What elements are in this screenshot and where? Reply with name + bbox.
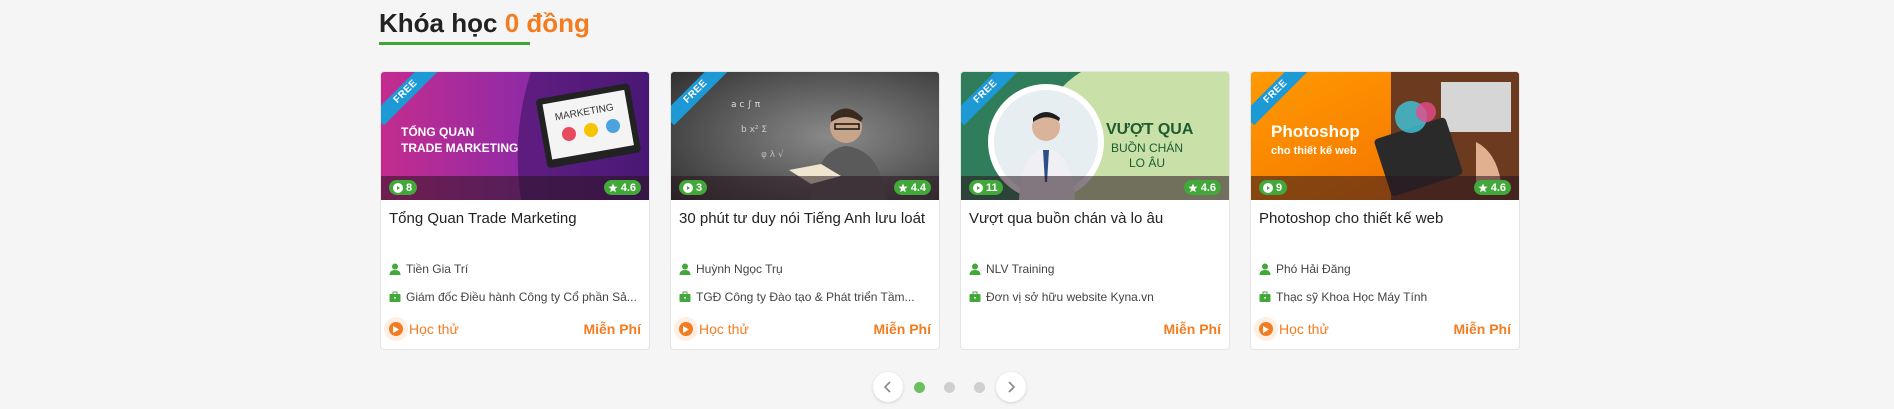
course-card[interactable]: VƯỢT QUA BUỒN CHÁN LO ÂU FREE 11 4.6 Vượ… bbox=[960, 71, 1230, 350]
star-icon bbox=[1188, 183, 1198, 192]
section-title-prefix: Khóa học bbox=[379, 8, 498, 38]
course-card[interactable]: Photoshop cho thiết kế web FREE 9 4.6 Ph… bbox=[1250, 71, 1520, 350]
pagination-dot[interactable] bbox=[974, 382, 985, 393]
play-circle-icon bbox=[393, 182, 403, 193]
course-title[interactable]: 30 phút tư duy nói Tiếng Anh lưu loát bbox=[679, 210, 933, 227]
play-circle-icon bbox=[683, 182, 693, 193]
svg-text:φ λ √: φ λ √ bbox=[761, 149, 784, 160]
thumb-text: cho thiết kế web bbox=[1271, 145, 1357, 157]
user-icon bbox=[1259, 263, 1271, 275]
job-row: Thạc sỹ Khoa Học Máy Tính bbox=[1259, 290, 1513, 304]
course-thumbnail[interactable]: VƯỢT QUA BUỒN CHÁN LO ÂU FREE 11 4.6 bbox=[961, 72, 1229, 200]
star-icon bbox=[1478, 183, 1488, 192]
play-circle-icon bbox=[973, 182, 983, 193]
thumb-text: TỔNG QUAN bbox=[401, 124, 474, 139]
job-row: Giám đốc Điều hành Công ty Cổ phần Sả... bbox=[389, 290, 643, 304]
rating-badge: 4.6 bbox=[1473, 180, 1511, 195]
author-row: Phó Hải Đăng bbox=[1259, 262, 1513, 276]
price-label: Miễn Phí bbox=[873, 321, 931, 337]
lessons-badge: 8 bbox=[389, 180, 418, 195]
thumb-text: LO ÂU bbox=[1129, 155, 1165, 170]
user-icon bbox=[389, 263, 401, 275]
course-card[interactable]: MARKETING TỔNG QUAN TRADE MARKETING FREE… bbox=[380, 71, 650, 350]
price-label: Miễn Phí bbox=[583, 321, 641, 337]
play-icon bbox=[1259, 322, 1273, 336]
star-icon bbox=[608, 183, 618, 192]
pagination-dot[interactable] bbox=[914, 382, 925, 393]
next-button[interactable] bbox=[996, 372, 1026, 402]
play-icon bbox=[679, 322, 693, 336]
section-title: Khóa học 0 đồng bbox=[379, 8, 590, 39]
thumb-text: Photoshop bbox=[1271, 122, 1360, 141]
course-title[interactable]: Tổng Quan Trade Marketing bbox=[389, 210, 643, 227]
course-card[interactable]: a c ∫ π b x² Σ φ λ √ FREE 3 4.4 30 phút … bbox=[670, 71, 940, 350]
briefcase-icon bbox=[679, 291, 691, 302]
course-thumbnail[interactable]: a c ∫ π b x² Σ φ λ √ FREE 3 4.4 bbox=[671, 72, 939, 200]
rating-badge: 4.6 bbox=[603, 180, 641, 195]
rating-badge: 4.6 bbox=[1183, 180, 1221, 195]
author-row: Huỳnh Ngọc Trụ bbox=[679, 262, 933, 276]
thumb-text: VƯỢT QUA bbox=[1106, 121, 1194, 138]
user-icon bbox=[679, 263, 691, 275]
course-thumbnail[interactable]: MARKETING TỔNG QUAN TRADE MARKETING FREE… bbox=[381, 72, 649, 200]
thumb-text: TRADE MARKETING bbox=[401, 141, 518, 155]
play-circle-icon bbox=[1263, 182, 1273, 193]
course-title[interactable]: Photoshop cho thiết kế web bbox=[1259, 210, 1513, 227]
briefcase-icon bbox=[969, 291, 981, 302]
chevron-right-icon bbox=[1008, 381, 1016, 393]
rating-badge: 4.4 bbox=[893, 180, 931, 195]
prev-button[interactable] bbox=[873, 372, 903, 402]
svg-text:a c ∫ π: a c ∫ π bbox=[731, 100, 761, 110]
title-underline bbox=[379, 42, 530, 45]
star-icon bbox=[898, 183, 908, 192]
user-icon bbox=[969, 263, 981, 275]
author-row: Tiền Gia Trí bbox=[389, 262, 643, 276]
thumb-text: BUỒN CHÁN bbox=[1111, 140, 1183, 155]
price-label: Miễn Phí bbox=[1453, 321, 1511, 337]
course-title[interactable]: Vượt qua buồn chán và lo âu bbox=[969, 210, 1223, 227]
briefcase-icon bbox=[389, 291, 401, 302]
chevron-left-icon bbox=[883, 381, 891, 393]
author-row: NLV Training bbox=[969, 262, 1223, 276]
lessons-badge: 3 bbox=[679, 180, 708, 195]
trial-button[interactable]: Học thử bbox=[679, 321, 749, 337]
play-icon bbox=[389, 322, 403, 336]
course-thumbnail[interactable]: Photoshop cho thiết kế web FREE 9 4.6 bbox=[1251, 72, 1519, 200]
trial-button[interactable]: Học thử bbox=[389, 321, 459, 337]
briefcase-icon bbox=[1259, 291, 1271, 302]
lessons-badge: 11 bbox=[969, 180, 1003, 195]
job-row: Đơn vị sở hữu website Kyna.vn bbox=[969, 290, 1223, 304]
svg-text:b x² Σ: b x² Σ bbox=[741, 125, 767, 135]
section-title-accent: 0 đồng bbox=[504, 8, 590, 38]
price-label: Miễn Phí bbox=[1163, 321, 1221, 337]
job-row: TGĐ Công ty Đào tạo & Phát triển Tầm... bbox=[679, 290, 933, 304]
pagination-dot[interactable] bbox=[944, 382, 955, 393]
lessons-badge: 9 bbox=[1259, 180, 1288, 195]
trial-button[interactable]: Học thử bbox=[1259, 321, 1329, 337]
